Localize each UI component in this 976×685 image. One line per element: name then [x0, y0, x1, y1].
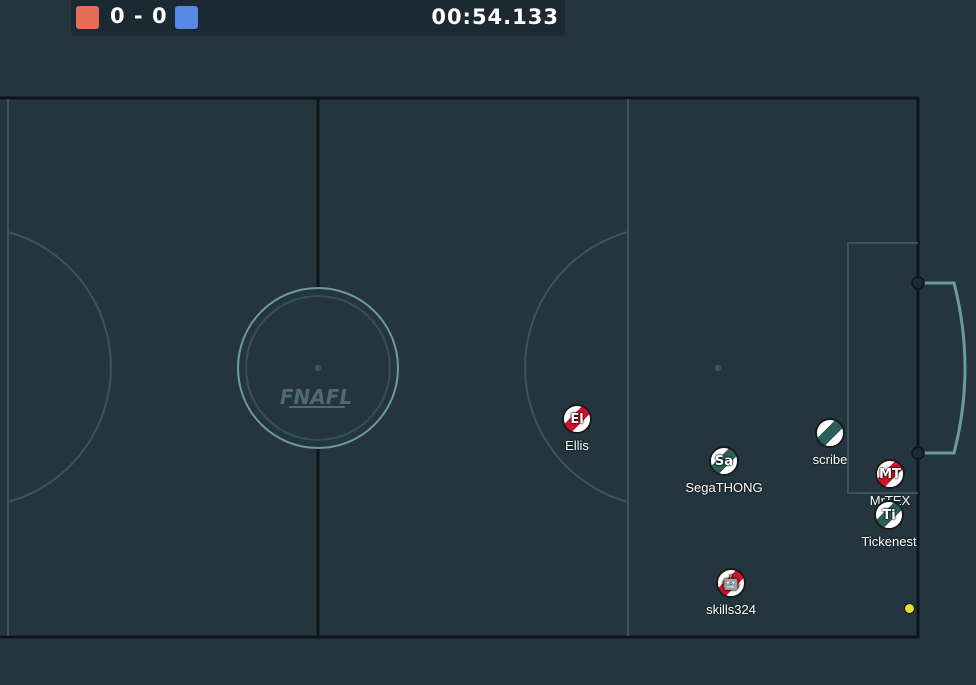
player-disc: Sa [709, 446, 739, 476]
league-logo: FNAFL [280, 385, 352, 409]
player-disc: Ti [874, 500, 904, 530]
ball [904, 603, 915, 614]
center-spot [315, 365, 321, 371]
player-avatar: Sa [714, 453, 734, 469]
player-name: Tickenest [861, 534, 917, 549]
field-boundary [0, 96, 920, 639]
player-disc [815, 418, 845, 448]
goal-area [847, 242, 918, 494]
goal-post-top [911, 276, 925, 290]
right-arc [524, 231, 629, 503]
player-name: scribe [812, 452, 848, 467]
robot-icon: 🤖 [722, 575, 740, 591]
penalty-spot [715, 365, 721, 371]
player-disc: MT [875, 459, 905, 489]
player-avatar [817, 420, 843, 446]
player-disc: 🤖 [716, 568, 746, 598]
player-avatar: El [570, 411, 584, 427]
player-avatar: MT [879, 466, 901, 482]
goal-net [918, 281, 967, 455]
soccer-field: FNAFL [0, 96, 967, 639]
player-name: skills324 [706, 602, 756, 617]
player-avatar: Ti [882, 507, 896, 523]
goal-post-bottom [911, 446, 925, 460]
left-arc [7, 231, 112, 503]
player-name: Ellis [565, 438, 589, 453]
player-name: SegaTHONG [685, 480, 763, 495]
player-disc: El [562, 404, 592, 434]
